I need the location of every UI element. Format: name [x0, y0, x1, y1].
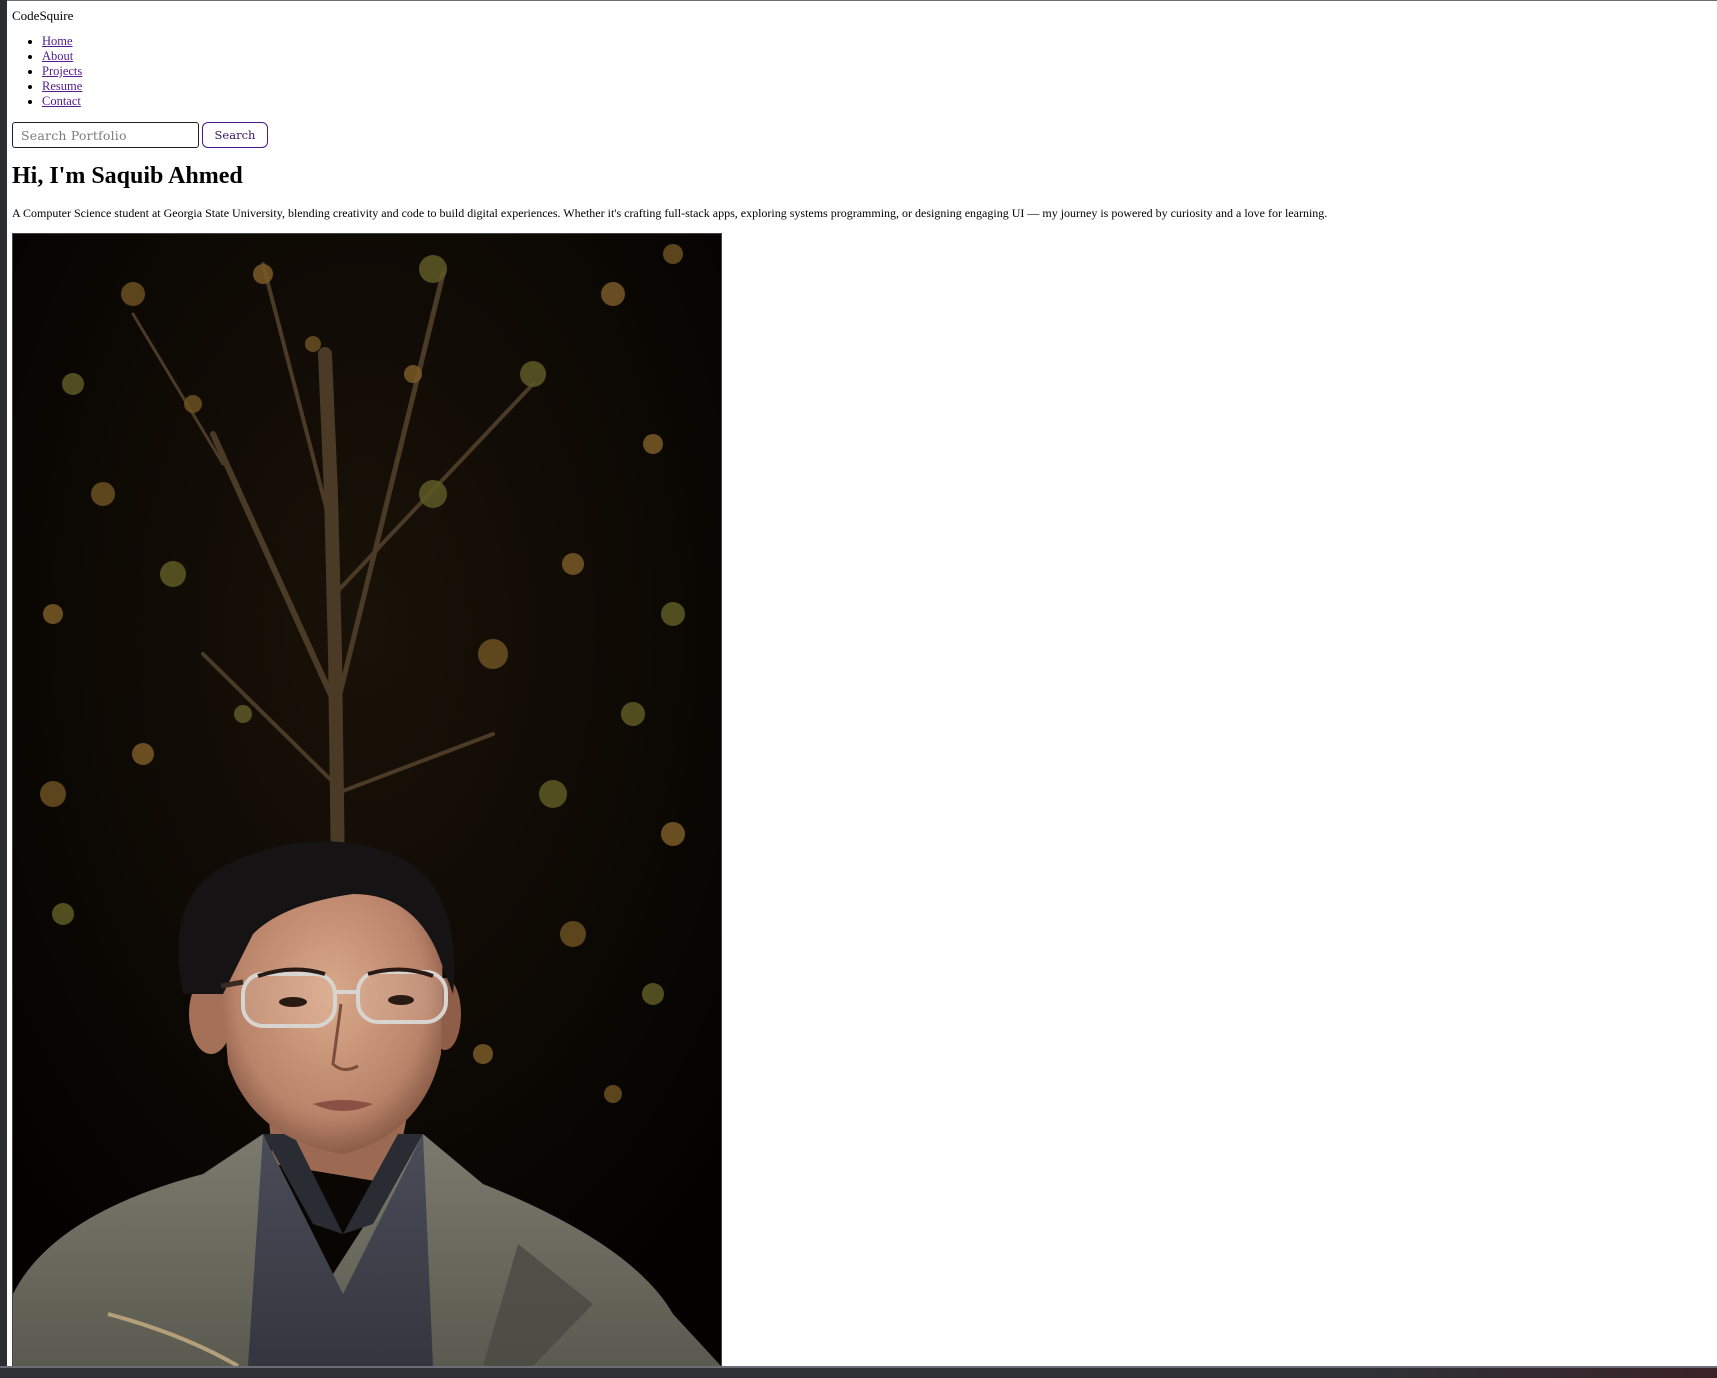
nav-item-resume: Resume: [42, 79, 82, 94]
nav-item-contact: Contact: [42, 94, 82, 109]
profile-photo-illustration: [13, 234, 721, 1366]
browser-viewport: CodeSquire Home About Projects Resume Co…: [7, 0, 1717, 1366]
nav-link-home[interactable]: Home: [42, 34, 73, 48]
portfolio-page: CodeSquire Home About Projects Resume Co…: [12, 1, 1717, 1366]
search-input[interactable]: [12, 122, 199, 148]
site-brand: CodeSquire: [12, 8, 74, 23]
profile-photo: [12, 233, 722, 1366]
nav-item-projects: Projects: [42, 64, 82, 79]
search-button[interactable]: Search: [202, 122, 268, 148]
nav-item-home: Home: [42, 34, 82, 49]
nav-item-about: About: [42, 49, 82, 64]
nav-link-contact[interactable]: Contact: [42, 94, 81, 108]
page-title: Hi, I'm Saquib Ahmed: [12, 163, 243, 189]
nav-link-projects[interactable]: Projects: [42, 64, 82, 78]
main-nav: Home About Projects Resume Contact: [12, 34, 82, 109]
nav-link-about[interactable]: About: [42, 49, 73, 63]
window-bottom-bar: [0, 1366, 1717, 1378]
nav-link-resume[interactable]: Resume: [42, 79, 82, 93]
intro-paragraph: A Computer Science student at Georgia St…: [12, 206, 1328, 220]
